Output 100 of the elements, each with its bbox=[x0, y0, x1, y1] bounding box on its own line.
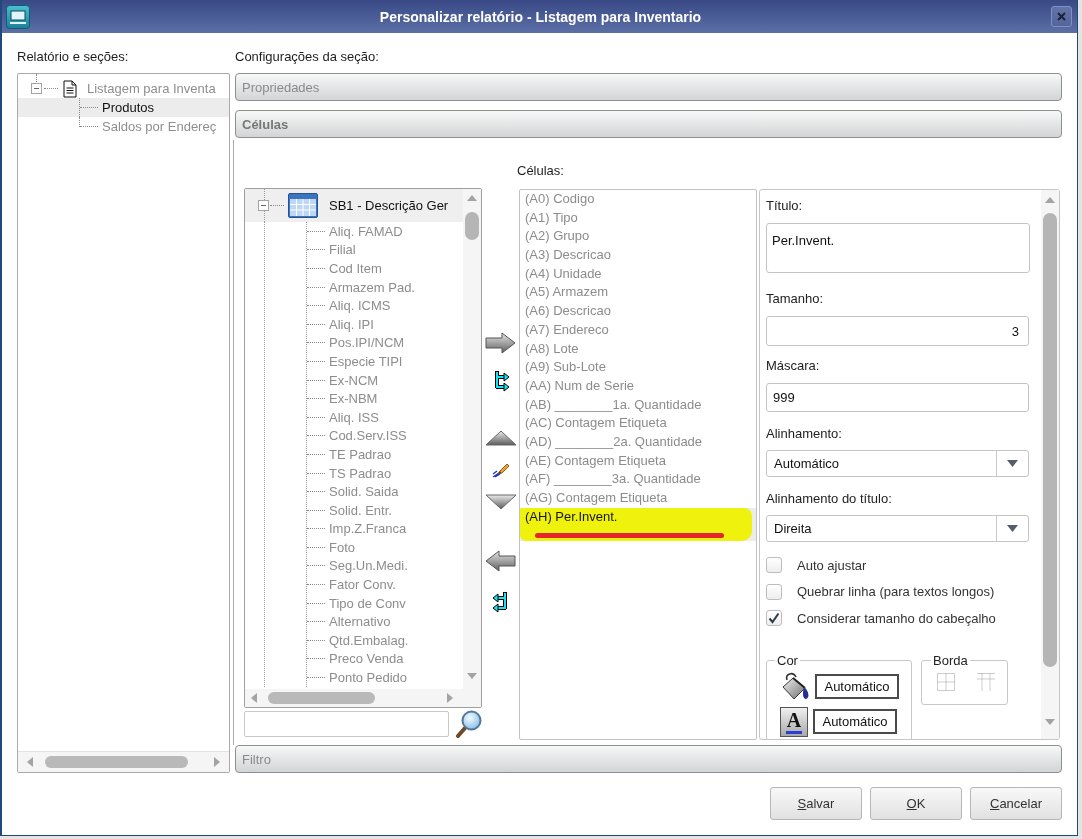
double-left-arrow-icon[interactable] bbox=[491, 590, 510, 614]
list-item[interactable]: (AH) Per.Invent. bbox=[520, 507, 756, 541]
dotted-grid-icon[interactable] bbox=[936, 671, 956, 692]
tree-item[interactable]: Armazem Pad. bbox=[307, 277, 463, 297]
up-arrow-icon[interactable] bbox=[467, 195, 477, 201]
list-item[interactable]: (A3) Descricao bbox=[520, 246, 756, 265]
text-field[interactable]: 999 bbox=[766, 383, 1029, 412]
section-header[interactable]: Células bbox=[235, 110, 1062, 138]
list-item[interactable]: (A4) Unidade bbox=[520, 264, 756, 284]
list-item[interactable]: (A5) Armazem bbox=[520, 283, 756, 303]
list-item[interactable]: (AB) ________1a. Quantidade bbox=[520, 395, 756, 415]
checkbox[interactable] bbox=[766, 610, 782, 627]
section-header[interactable]: Propriedades bbox=[235, 73, 1062, 101]
tree-item[interactable]: Filial bbox=[307, 240, 463, 260]
dialog-button[interactable]: Salvar bbox=[770, 787, 862, 820]
down-arrow-icon[interactable] bbox=[467, 673, 477, 679]
close-button[interactable] bbox=[1051, 6, 1072, 27]
tree-item[interactable]: Ex-NCM bbox=[307, 370, 463, 390]
tree-item[interactable]: Aliq. IPI bbox=[307, 314, 463, 334]
tree-item[interactable]: Ponto Pedido bbox=[307, 668, 463, 687]
tree-item[interactable]: Aliq. FAMAD bbox=[307, 222, 463, 241]
scrollbar-thumb[interactable] bbox=[1043, 213, 1057, 667]
left-arrow-icon[interactable] bbox=[27, 757, 33, 767]
horizontal-scrollbar[interactable] bbox=[18, 751, 229, 772]
checkbox-label[interactable]: Considerar tamanho do cabeçalho bbox=[797, 610, 996, 626]
dialog-button[interactable]: OK bbox=[870, 787, 962, 820]
checkbox-label[interactable]: Quebrar linha (para textos longos) bbox=[797, 584, 995, 600]
right-arrow-icon[interactable] bbox=[214, 757, 220, 767]
down-triangle-icon[interactable] bbox=[484, 494, 517, 510]
right-arrow-icon[interactable] bbox=[447, 693, 453, 703]
tree-item[interactable]: Ex-NBM bbox=[307, 389, 463, 408]
tree-item[interactable]: Cod.Serv.ISS bbox=[307, 426, 463, 446]
checkbox[interactable] bbox=[766, 557, 782, 574]
tree-item[interactable]: Especie TIPI bbox=[307, 352, 463, 371]
tree-item[interactable]: Pos.IPI/NCM bbox=[307, 333, 463, 353]
number-field[interactable]: 3 bbox=[766, 316, 1029, 346]
text-area-field[interactable]: Per.Invent. bbox=[766, 223, 1030, 273]
vertical-scrollbar[interactable] bbox=[463, 189, 481, 689]
dialog-button[interactable]: Cancelar bbox=[970, 787, 1062, 820]
tree-item[interactable]: Seg.Un.Medi. bbox=[307, 556, 463, 576]
list-item[interactable]: (A6) Descricao bbox=[520, 302, 756, 321]
search-icon[interactable] bbox=[455, 710, 482, 738]
dropdown[interactable]: Direita bbox=[766, 515, 1029, 542]
tree-item[interactable]: Aliq. ICMS bbox=[307, 296, 463, 315]
fill-color-button[interactable]: Automático bbox=[815, 674, 899, 699]
tree-item[interactable]: Foto bbox=[307, 538, 463, 557]
tree-item[interactable]: Fator Conv. bbox=[307, 575, 463, 594]
tree-item[interactable]: Solid. Saida bbox=[307, 482, 463, 501]
list-item[interactable]: (A2) Grupo bbox=[520, 227, 756, 247]
scrollbar-thumb[interactable] bbox=[45, 756, 188, 768]
vertical-scrollbar[interactable] bbox=[1041, 190, 1059, 739]
list-item[interactable]: (AE) Contagem Etiqueta bbox=[520, 451, 756, 471]
tree-item[interactable]: Qtd.Embalag. bbox=[307, 631, 463, 650]
tree-item[interactable]: Preco Venda bbox=[307, 649, 463, 669]
right-arrow-icon[interactable] bbox=[485, 332, 516, 354]
tree-item[interactable]: TE Padrao bbox=[307, 445, 463, 464]
group-label: Borda bbox=[932, 652, 969, 669]
list-item[interactable]: (A1) Tipo bbox=[520, 208, 756, 228]
tree-item[interactable]: TS Padrao bbox=[307, 463, 463, 483]
scrollbar-thumb[interactable] bbox=[268, 692, 375, 704]
checkbox-label[interactable]: Auto ajustar bbox=[797, 557, 867, 573]
down-arrow-icon[interactable] bbox=[1045, 719, 1055, 725]
tree-item[interactable]: Aliq. ISS bbox=[307, 407, 463, 427]
list-item[interactable]: (AC) Contagem Etiqueta bbox=[520, 414, 756, 433]
tree-item[interactable]: Alternativo bbox=[307, 612, 463, 632]
pencil-icon[interactable] bbox=[491, 462, 510, 478]
text-color-button[interactable]: Automático bbox=[813, 709, 897, 734]
scrollbar-thumb[interactable] bbox=[465, 212, 479, 240]
list-item[interactable]: (AG) Contagem Etiqueta bbox=[520, 489, 756, 508]
field-label: Título: bbox=[766, 197, 804, 214]
tree-item[interactable]: Saldos por Endereç bbox=[18, 117, 229, 136]
search-field[interactable] bbox=[244, 711, 449, 737]
left-arrow-icon[interactable] bbox=[251, 693, 257, 703]
tree-item[interactable]: Solid. Entr. bbox=[307, 500, 463, 520]
checkbox[interactable] bbox=[766, 583, 782, 600]
up-triangle-icon[interactable] bbox=[484, 430, 517, 446]
tree-item[interactable]: Cod Item bbox=[307, 259, 463, 278]
tree-item[interactable]: Produtos bbox=[18, 98, 229, 117]
list-item[interactable]: (AA) Num de Serie bbox=[520, 376, 756, 396]
left-arrow-icon[interactable] bbox=[485, 550, 516, 572]
list-item[interactable]: (A7) Endereco bbox=[520, 320, 756, 340]
horizontal-scrollbar[interactable] bbox=[245, 689, 481, 707]
list-item[interactable]: (A0) Codigo bbox=[520, 190, 756, 209]
tree-item[interactable]: Tipo de Conv bbox=[307, 593, 463, 613]
section-header[interactable]: Filtro bbox=[235, 745, 1062, 773]
window-title: Personalizar relatório - Listagem para Inventario bbox=[378, 8, 703, 25]
collapse-icon[interactable] bbox=[258, 200, 269, 211]
list-item[interactable]: (AD) ________2a. Quantidade bbox=[520, 432, 756, 452]
list-item[interactable]: (A8) Lote bbox=[520, 339, 756, 359]
tree-item[interactable]: Listagem para Inventa bbox=[87, 81, 216, 96]
dropdown-arrow-icon bbox=[1007, 460, 1018, 467]
list-item[interactable]: (A9) Sub-Lote bbox=[520, 358, 756, 377]
text-color-button[interactable]: A bbox=[780, 706, 808, 737]
field-label: Tamanho: bbox=[766, 290, 825, 307]
up-arrow-icon[interactable] bbox=[1045, 197, 1055, 203]
collapse-icon[interactable] bbox=[31, 83, 42, 94]
tree-item[interactable]: Imp.Z.Franca bbox=[307, 519, 463, 539]
dropdown[interactable]: Automático bbox=[766, 450, 1029, 477]
dotted-grid-icon[interactable] bbox=[976, 671, 996, 692]
list-item[interactable]: (AF) ________3a. Quantidade bbox=[520, 470, 756, 489]
